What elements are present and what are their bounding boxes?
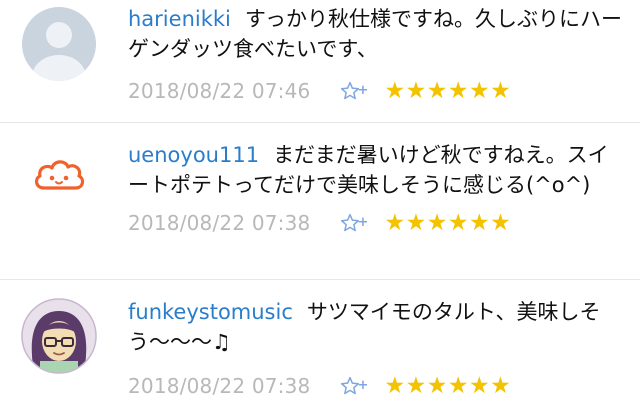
timestamp: 2018/08/22 07:38 xyxy=(128,211,311,235)
user-portrait-icon xyxy=(21,298,97,374)
username-link[interactable]: funkeystomusic xyxy=(128,300,293,324)
cloud-mascot-icon xyxy=(34,160,85,190)
avatar[interactable] xyxy=(20,297,98,375)
comment-meta: 2018/08/22 07:38 + ★★★★★★ xyxy=(128,371,626,401)
plus-icon: + xyxy=(357,215,369,230)
comment-item: uenoyou111 まだまだ暑いけど秋ですねえ。スイートポテトってだけで美味しそ… xyxy=(0,123,640,278)
star-rating: ★★★★★★ xyxy=(384,78,512,104)
star-rating: ★★★★★★ xyxy=(384,373,512,399)
comment-list: harienikki すっかり秋仕様ですね。久しぶりにハーゲンダッツ食べたいです、… xyxy=(0,0,640,406)
timestamp: 2018/08/22 07:38 xyxy=(128,374,311,398)
comment-text: funkeystomusic サツマイモのタルト、美味しそう〜〜〜♫ xyxy=(128,297,626,357)
add-star-button[interactable]: + xyxy=(340,79,370,103)
add-star-button[interactable]: + xyxy=(340,374,370,398)
username-link[interactable]: harienikki xyxy=(128,7,231,31)
comment-item: harienikki すっかり秋仕様ですね。久しぶりにハーゲンダッツ食べたいです、… xyxy=(0,0,640,121)
comment-text: uenoyou111 まだまだ暑いけど秋ですねえ。スイートポテトってだけで美味しそ… xyxy=(128,140,626,200)
comment-meta: 2018/08/22 07:38 + ★★★★★★ xyxy=(128,208,626,238)
timestamp: 2018/08/22 07:46 xyxy=(128,79,311,103)
username-link[interactable]: uenoyou111 xyxy=(128,143,259,167)
add-star-button[interactable]: + xyxy=(340,211,370,235)
comment-item: funkeystomusic サツマイモのタルト、美味しそう〜〜〜♫ 2018/0… xyxy=(0,280,640,406)
star-rating: ★★★★★★ xyxy=(384,210,512,236)
avatar[interactable] xyxy=(20,5,98,83)
default-user-icon xyxy=(22,7,96,81)
plus-icon: + xyxy=(357,83,369,98)
comment-text: harienikki すっかり秋仕様ですね。久しぶりにハーゲンダッツ食べたいです、 xyxy=(128,4,626,64)
avatar[interactable] xyxy=(20,141,98,219)
plus-icon: + xyxy=(357,378,369,393)
comment-meta: 2018/08/22 07:46 + ★★★★★★ xyxy=(128,76,626,106)
